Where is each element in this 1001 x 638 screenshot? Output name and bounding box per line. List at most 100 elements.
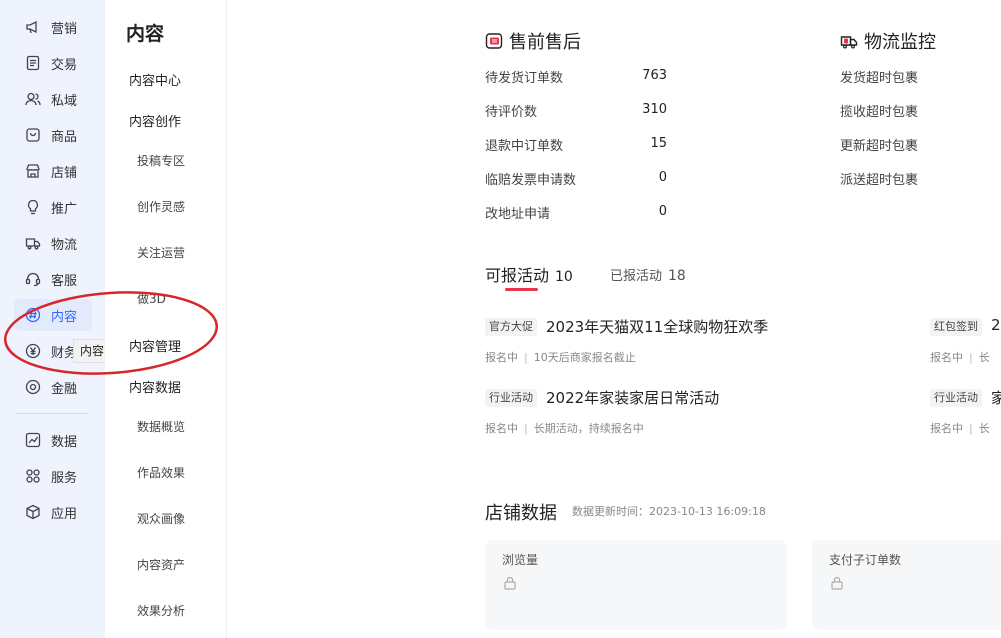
stat-label: 退款中订单数 [485, 139, 564, 154]
rail-item-label: 应用 [51, 506, 78, 522]
status-text: 报名中 [485, 351, 518, 364]
activity-tag: 红包签到 [930, 318, 982, 336]
rail-item-customer-service[interactable]: 客服 [14, 263, 92, 295]
document-icon [24, 54, 42, 72]
rail-item-logistics[interactable]: 物流 [14, 227, 92, 259]
submenu-item-make-3d[interactable]: 做3D [137, 290, 166, 307]
headset-icon [24, 270, 42, 288]
activity-title[interactable]: 2022年家装家居日常活动 [546, 387, 719, 408]
rail-item-promotion[interactable]: 推广 [14, 191, 92, 223]
rail-item-label: 金融 [51, 381, 78, 397]
tab-registered-activities[interactable]: 已报活动 18 [610, 265, 686, 284]
rail-divider [16, 413, 88, 414]
status-text: 报名中 [485, 422, 518, 435]
metric-card-paid-suborders[interactable]: 支付子订单数 [812, 540, 1001, 630]
rail-item-goods[interactable]: 商品 [14, 119, 92, 151]
store-data-updated: 数据更新时间：2023-10-13 16:09:18 [572, 505, 766, 518]
status-note: 长 [978, 351, 990, 364]
app-root: 营销 交易 私域 商品 店铺 推广 物流 客服 内容 财务 金融 数据 服务 应… [0, 0, 1001, 638]
stat-value[interactable]: 15 [620, 136, 667, 151]
stat-value[interactable]: 0 [620, 170, 667, 185]
activity-status: 报名中 | 长期活动，持续报名中 [485, 422, 644, 435]
activity-title[interactable]: 家 [991, 387, 1001, 408]
logistics-item[interactable]: 更新超时包裹 [840, 135, 918, 154]
rail-item-services[interactable]: 服务 [14, 460, 92, 492]
rail-item-financial-services[interactable]: 金融 [14, 371, 92, 403]
logistics-item[interactable]: 派送超时包裹 [840, 169, 918, 188]
rail-item-label: 物流 [51, 237, 78, 253]
after-sales-icon [485, 33, 503, 49]
stat-value[interactable]: 310 [620, 102, 667, 117]
stat-value[interactable]: 0 [620, 204, 667, 219]
rail-item-private-domain[interactable]: 私域 [14, 83, 92, 115]
submenu-item-data-overview[interactable]: 数据概览 [137, 418, 185, 435]
tab-count: 10 [555, 269, 573, 285]
rail-item-data[interactable]: 数据 [14, 424, 92, 456]
secondary-menu: 内容 内容中心 内容创作 投稿专区 创作灵感 关注运营 做3D 内容管理 内容数… [105, 0, 227, 638]
rail-item-label: 交易 [51, 57, 78, 73]
activity-status: 报名中 | 长 [930, 351, 990, 364]
rail-item-content[interactable]: 内容 [14, 299, 92, 331]
logistics-item[interactable]: 揽收超时包裹 [840, 101, 918, 120]
after-sales-title-text: 售前售后 [509, 32, 581, 53]
submenu-item-content-center[interactable]: 内容中心 [129, 70, 181, 89]
stat-label: 临赔发票申请数 [485, 173, 577, 188]
after-sales-title: 售前售后 [485, 28, 581, 54]
megaphone-icon [24, 18, 42, 36]
submenu-item-content-assets[interactable]: 内容资产 [137, 556, 185, 573]
rail-item-label: 推广 [51, 201, 78, 217]
activity-tag: 官方大促 [485, 318, 537, 336]
rail-item-label: 店铺 [51, 165, 78, 181]
activity-tag: 行业活动 [930, 389, 982, 407]
submenu-item-audience-profile[interactable]: 观众画像 [137, 510, 185, 527]
tab-count: 18 [668, 268, 686, 284]
submenu-group-content-creation[interactable]: 内容创作 [129, 111, 181, 130]
rail-item-label: 内容 [51, 309, 78, 325]
yen-icon [24, 342, 42, 360]
logistics-title: 物流监控 [840, 28, 936, 54]
rail-item-marketing[interactable]: 营销 [14, 11, 92, 43]
submenu-group-content-data[interactable]: 内容数据 [129, 377, 181, 396]
chart-icon [24, 431, 42, 449]
submenu-item-inspiration[interactable]: 创作灵感 [137, 198, 185, 215]
finance-icon [24, 378, 42, 396]
activity-status: 报名中 | 10天后商家报名截止 [485, 351, 636, 364]
status-note: 长 [978, 422, 990, 435]
logistics-item[interactable]: 发货超时包裹 [840, 67, 918, 86]
rail-item-trade[interactable]: 交易 [14, 47, 92, 79]
submenu-item-submission[interactable]: 投稿专区 [137, 152, 185, 169]
store-icon [24, 162, 42, 180]
status-note: 长期活动，持续报名中 [533, 422, 644, 435]
submenu-item-follow-ops[interactable]: 关注运营 [137, 244, 185, 261]
submenu-item-content-management[interactable]: 内容管理 [129, 336, 181, 355]
metric-card-views[interactable]: 浏览量 [485, 540, 787, 630]
logistics-title-text: 物流监控 [864, 32, 936, 53]
status-text: 报名中 [930, 351, 963, 364]
activity-tag: 行业活动 [485, 389, 537, 407]
stat-value[interactable]: 763 [620, 68, 667, 83]
primary-nav-rail: 营销 交易 私域 商品 店铺 推广 物流 客服 内容 财务 金融 数据 服务 应… [0, 0, 105, 638]
activity-title[interactable]: 2 [991, 316, 1001, 334]
truck-icon [24, 234, 42, 252]
tab-label: 可报活动 [485, 266, 550, 285]
grid-icon [24, 467, 42, 485]
submenu-item-work-effect[interactable]: 作品效果 [137, 464, 185, 481]
activity-status: 报名中 | 长 [930, 422, 990, 435]
metric-label: 浏览量 [502, 553, 539, 567]
rail-item-label: 私域 [51, 93, 78, 109]
metric-label: 支付子订单数 [829, 553, 902, 567]
tab-label: 已报活动 [610, 269, 663, 284]
submenu-item-effect-analysis[interactable]: 效果分析 [137, 602, 185, 619]
rail-item-label: 客服 [51, 273, 78, 289]
activity-title[interactable]: 2023年天猫双11全球购物狂欢季 [546, 316, 768, 337]
rail-item-label: 数据 [51, 434, 78, 450]
truck-alert-icon [840, 36, 858, 49]
status-text: 报名中 [930, 422, 963, 435]
rail-item-store[interactable]: 店铺 [14, 155, 92, 187]
lock-icon [831, 576, 843, 590]
tab-available-activities[interactable]: 可报活动 10 [485, 262, 573, 286]
rail-item-apps[interactable]: 应用 [14, 496, 92, 528]
rail-item-label: 营销 [51, 21, 78, 37]
users-icon [24, 90, 42, 108]
hash-icon [24, 306, 42, 324]
